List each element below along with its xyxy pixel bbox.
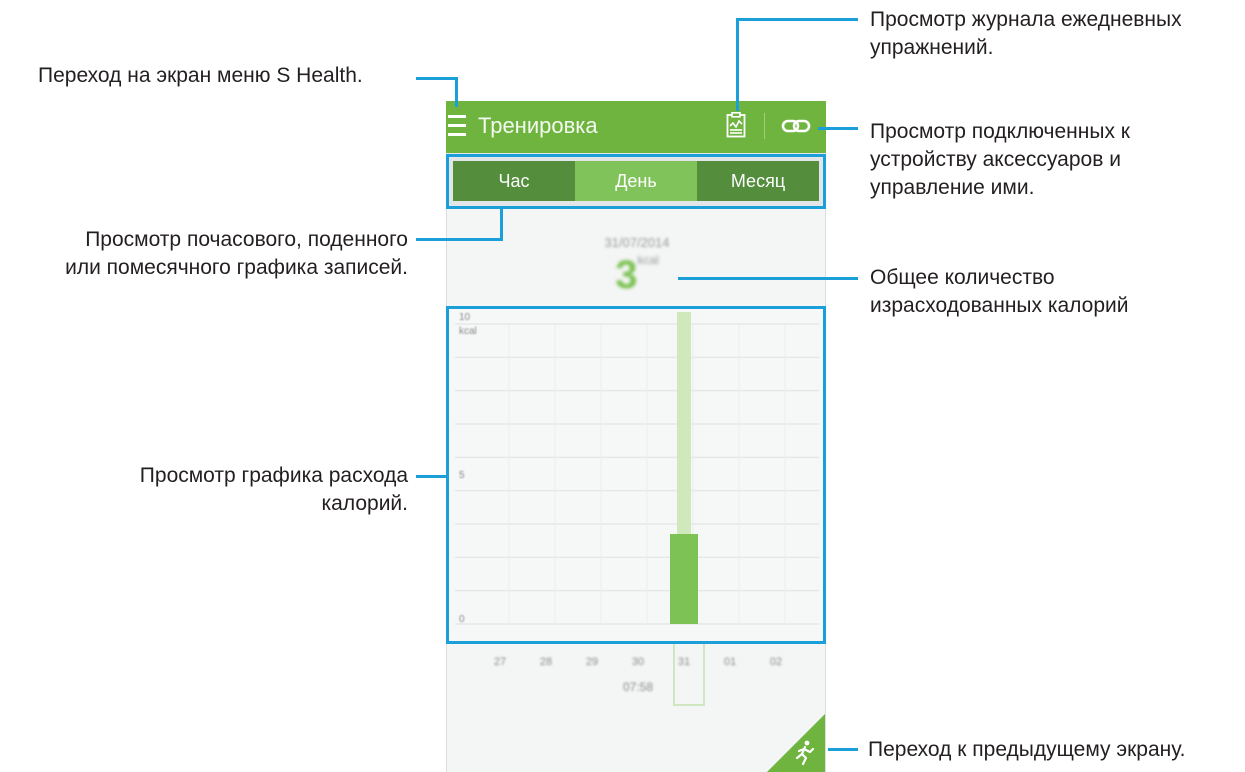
callout-back: Переход к предыдущему экрану. [868, 738, 1186, 761]
appbar-divider [764, 113, 765, 139]
selected-time: 07:58 [623, 680, 654, 694]
leader-graph [416, 475, 446, 478]
journal-icon[interactable] [726, 112, 746, 138]
chart-x-axis: 27 28 29 30 31 01 02 07:58 [446, 644, 826, 772]
x-tick-label: 01 [723, 656, 737, 668]
leader-journal-h [736, 18, 858, 21]
runner-icon [767, 714, 825, 772]
calorie-summary: 31/07/2014 3kcal [446, 209, 826, 304]
x-tick-label: 29 [585, 656, 599, 668]
callout-journal: Просмотр журнала ежедневных упражнений. [870, 8, 1182, 59]
leader-accessories [818, 127, 858, 130]
link-icon[interactable] [781, 116, 811, 136]
leader-menu-h [416, 77, 458, 80]
x-tick-label: 02 [769, 656, 783, 668]
app-bar: Тренировка [446, 101, 826, 153]
total-calories: 3kcal [447, 253, 826, 298]
total-calories-value: 3 [615, 253, 638, 297]
frame-chart [446, 306, 826, 644]
callout-total: Общее количество израсходованных калорий [870, 266, 1129, 317]
summary-date: 31/07/2014 [604, 235, 670, 250]
callout-period: Просмотр почасового, поденного или помес… [65, 228, 408, 279]
x-tick-label: 30 [631, 656, 645, 668]
x-tick-label: 27 [493, 656, 507, 668]
x-axis-labels: 27 28 29 30 31 01 02 [447, 656, 826, 676]
leader-back [828, 748, 858, 751]
x-tick-label: 31 [677, 656, 691, 668]
leader-period-h [416, 238, 503, 241]
hamburger-icon[interactable] [448, 115, 466, 137]
callout-accessories: Просмотр подключенных к устройству аксес… [870, 120, 1130, 199]
x-tick-label: 28 [539, 656, 553, 668]
back-button[interactable] [767, 714, 825, 772]
callout-menu: Переход на экран меню S Health. [38, 64, 363, 87]
frame-tabs [446, 154, 826, 209]
app-title: Тренировка [478, 113, 598, 138]
total-calories-unit: kcal [637, 253, 659, 267]
leader-total [678, 277, 858, 280]
leader-menu-v [455, 77, 458, 107]
leader-journal-v [736, 18, 739, 111]
leader-period-v [500, 209, 503, 241]
callout-graph: Просмотр графика расхода калорий. [139, 464, 408, 515]
